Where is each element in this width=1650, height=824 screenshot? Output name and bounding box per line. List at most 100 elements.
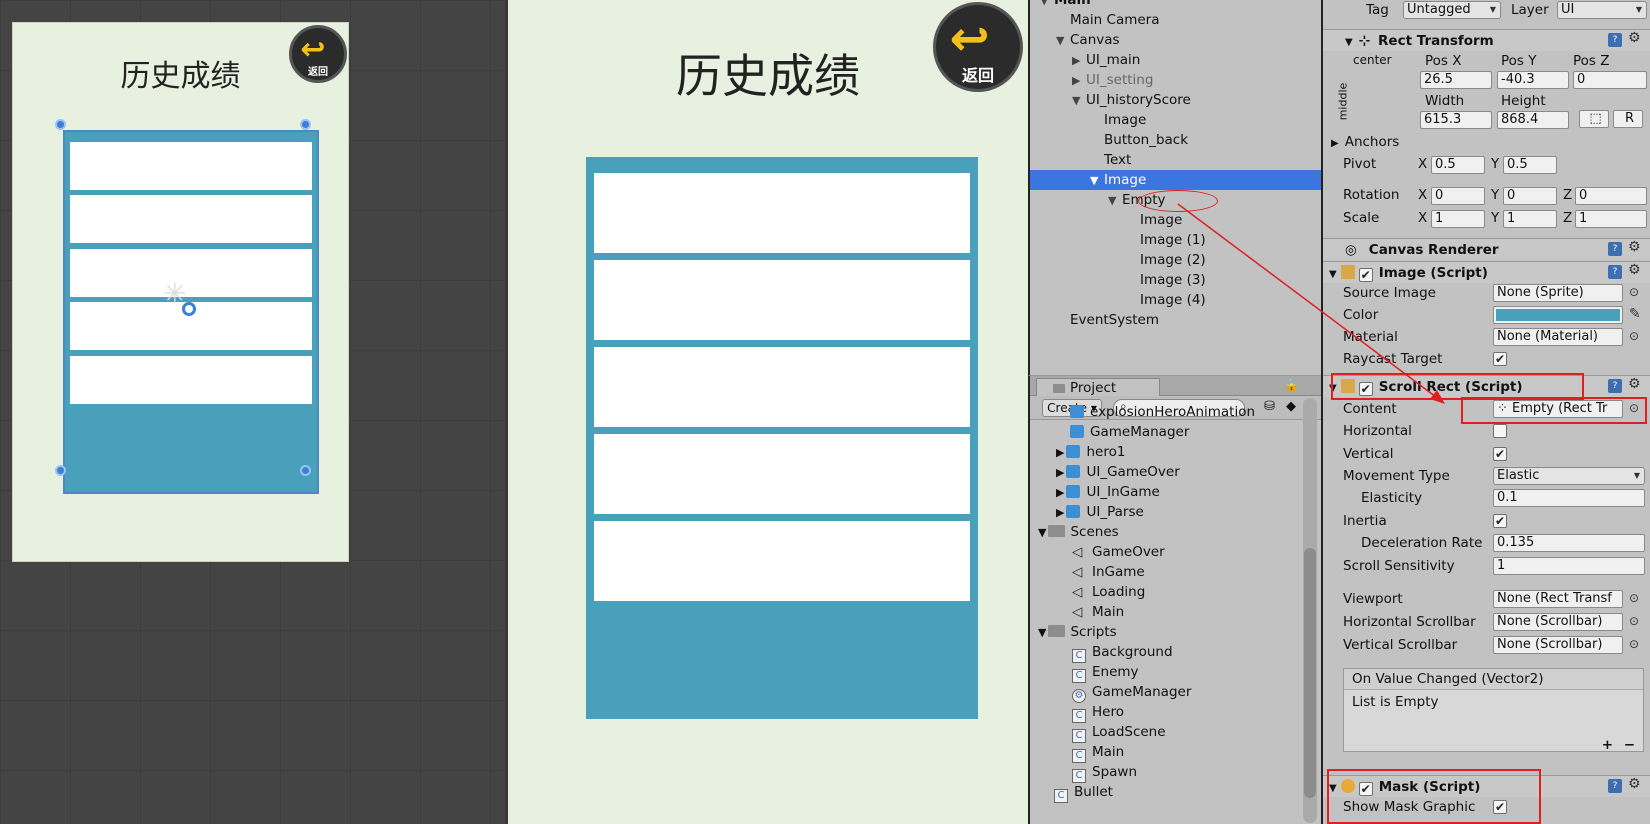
source-image-field[interactable]: None (Sprite) xyxy=(1493,284,1623,302)
filter-by-label-icon[interactable]: ◆ xyxy=(1286,399,1296,414)
pivot-y-field[interactable]: 0.5 xyxy=(1503,156,1557,174)
project-tab[interactable]: Project xyxy=(1036,378,1160,397)
scroll-sensitivity-field[interactable]: 1 xyxy=(1493,557,1645,575)
movement-type-dropdown[interactable]: Elastic xyxy=(1493,467,1645,485)
project-item[interactable]: GameManager xyxy=(1070,422,1189,442)
object-picker-icon[interactable]: ⊙ xyxy=(1629,614,1639,628)
project-item[interactable]: C Bullet xyxy=(1054,782,1113,803)
object-picker-icon[interactable]: ⊙ xyxy=(1629,329,1639,343)
filter-by-type-icon[interactable]: ⛁ xyxy=(1264,399,1275,414)
raycast-checkbox[interactable]: ✔ xyxy=(1493,352,1507,366)
color-field[interactable] xyxy=(1493,306,1623,324)
project-item[interactable]: ◁ Main xyxy=(1072,602,1124,622)
help-icon[interactable]: ? xyxy=(1608,779,1622,793)
resize-handle[interactable] xyxy=(300,465,311,476)
hierarchy-item[interactable]: EventSystem xyxy=(1070,310,1159,330)
mask-header[interactable]: ▼ ✔ Mask (Script) xyxy=(1323,775,1650,797)
hierarchy-item[interactable]: Main Camera xyxy=(1070,10,1160,30)
show-mask-graphic-checkbox[interactable]: ✔ xyxy=(1493,800,1507,814)
canvas-renderer-header[interactable]: ◎ Canvas Renderer xyxy=(1323,238,1650,260)
gear-icon[interactable]: ⚙ xyxy=(1628,376,1641,392)
scene-back-button[interactable]: ↩ 返回 xyxy=(289,25,347,83)
hierarchy-item[interactable]: ▼ UI_historyScore xyxy=(1072,90,1191,110)
game-scroll-panel[interactable] xyxy=(586,157,978,719)
project-folder[interactable]: ▼ Scenes xyxy=(1038,522,1119,542)
pos-y-field[interactable]: -40.3 xyxy=(1497,71,1569,89)
help-icon[interactable]: ? xyxy=(1608,265,1622,279)
game-back-button[interactable]: ↩ 返回 xyxy=(933,2,1023,92)
resize-handle[interactable] xyxy=(300,119,311,130)
object-picker-icon[interactable]: ⊙ xyxy=(1629,637,1639,651)
hierarchy-item[interactable]: Button_back xyxy=(1104,130,1188,150)
content-field[interactable]: ⁘ Empty (Rect Tr xyxy=(1493,400,1623,418)
project-item[interactable]: ⚙ GameManager xyxy=(1072,682,1191,703)
deceleration-rate-field[interactable]: 0.135 xyxy=(1493,534,1645,552)
gear-icon[interactable]: ⚙ xyxy=(1628,776,1641,792)
project-item[interactable]: ▶ UI_GameOver xyxy=(1056,462,1180,482)
scale-x-field[interactable]: 1 xyxy=(1431,210,1485,228)
hierarchy-item[interactable]: Image (2) xyxy=(1140,250,1206,270)
project-item[interactable]: C Enemy xyxy=(1072,662,1139,683)
eyedropper-icon[interactable]: ✎ xyxy=(1629,306,1641,322)
project-item[interactable]: C Background xyxy=(1072,642,1173,663)
tag-dropdown[interactable]: Untagged xyxy=(1403,1,1501,19)
help-icon[interactable]: ? xyxy=(1608,379,1622,393)
material-field[interactable]: None (Material) xyxy=(1493,328,1623,346)
rotation-x-field[interactable]: 0 xyxy=(1431,187,1485,205)
add-event-button[interactable]: + xyxy=(1602,737,1613,753)
hierarchy-panel[interactable]: ▼ Main Main Camera ▼ Canvas ▶ UI_main ▶ UI_s… xyxy=(1028,0,1321,375)
remove-event-button[interactable]: − xyxy=(1624,737,1635,753)
project-folder[interactable]: ▼ Scripts xyxy=(1038,622,1117,642)
project-item[interactable]: ▶ hero1 xyxy=(1056,442,1125,462)
scroll-rect-header[interactable]: ▼ ✔ Scroll Rect (Script) xyxy=(1323,375,1650,397)
rotation-z-field[interactable]: 0 xyxy=(1575,187,1647,205)
help-icon[interactable]: ? xyxy=(1608,33,1622,47)
image-script-header[interactable]: ▼ ✔ Image (Script) xyxy=(1323,261,1650,283)
project-item[interactable]: explosionHeroAnimation xyxy=(1070,402,1255,422)
scale-y-field[interactable]: 1 xyxy=(1503,210,1557,228)
project-item[interactable]: ▶ UI_InGame xyxy=(1056,482,1160,502)
project-scrollbar[interactable] xyxy=(1303,398,1317,823)
project-item[interactable]: C Main xyxy=(1072,742,1124,763)
rect-transform-header[interactable]: ▼ ⊹ Rect Transform xyxy=(1323,29,1650,51)
scene-scroll-panel[interactable]: ✳ xyxy=(63,130,319,494)
project-item[interactable]: ◁ GameOver xyxy=(1072,542,1165,562)
project-item[interactable]: C Spawn xyxy=(1072,762,1137,783)
help-icon[interactable]: ? xyxy=(1608,242,1622,256)
hierarchy-item[interactable]: Image (3) xyxy=(1140,270,1206,290)
rotation-y-field[interactable]: 0 xyxy=(1503,187,1557,205)
scrollbar-thumb[interactable] xyxy=(1304,548,1316,798)
width-field[interactable]: 615.3 xyxy=(1420,111,1492,129)
hierarchy-item[interactable]: ▶ UI_setting xyxy=(1072,70,1153,90)
object-picker-icon[interactable]: ⊙ xyxy=(1629,401,1639,415)
project-item[interactable]: ◁ InGame xyxy=(1072,562,1145,582)
raw-edit-button[interactable]: R xyxy=(1613,110,1643,128)
resize-handle[interactable] xyxy=(55,465,66,476)
height-field[interactable]: 868.4 xyxy=(1497,111,1569,129)
horizontal-scrollbar-field[interactable]: None (Scrollbar) xyxy=(1493,613,1623,631)
inertia-checkbox[interactable]: ✔ xyxy=(1493,514,1507,528)
layer-dropdown[interactable]: UI xyxy=(1557,1,1647,19)
elasticity-field[interactable]: 0.1 xyxy=(1493,489,1645,507)
hierarchy-item[interactable]: Image xyxy=(1104,110,1146,130)
hierarchy-item[interactable]: Image (1) xyxy=(1140,230,1206,250)
on-value-changed-event[interactable]: On Value Changed (Vector2) List is Empty… xyxy=(1343,668,1644,753)
object-picker-icon[interactable]: ⊙ xyxy=(1629,591,1639,605)
hierarchy-scene-main[interactable]: ▼ Main xyxy=(1040,0,1091,10)
vertical-scrollbar-field[interactable]: None (Scrollbar) xyxy=(1493,636,1623,654)
project-item[interactable]: ▶ UI_Parse xyxy=(1056,502,1144,522)
pos-x-field[interactable]: 26.5 xyxy=(1420,71,1492,89)
gear-icon[interactable]: ⚙ xyxy=(1628,30,1641,46)
pos-z-field[interactable]: 0 xyxy=(1573,71,1647,89)
horizontal-checkbox[interactable] xyxy=(1493,424,1507,438)
project-item[interactable]: ◁ Loading xyxy=(1072,582,1145,602)
anchors-row[interactable]: ▶ Anchors xyxy=(1331,134,1399,150)
scene-view[interactable]: 历史成绩 ↩ 返回 ✳ xyxy=(0,0,505,824)
hierarchy-item[interactable]: Text xyxy=(1104,150,1131,170)
hierarchy-item-selected[interactable]: ▼ Image xyxy=(1030,170,1321,190)
lock-icon[interactable]: 🔒 xyxy=(1284,378,1299,392)
blueprint-mode-button[interactable]: ⬚ xyxy=(1579,110,1609,128)
hierarchy-item[interactable]: Image (4) xyxy=(1140,290,1206,310)
scale-z-field[interactable]: 1 xyxy=(1575,210,1647,228)
gear-icon[interactable]: ⚙ xyxy=(1628,239,1641,255)
